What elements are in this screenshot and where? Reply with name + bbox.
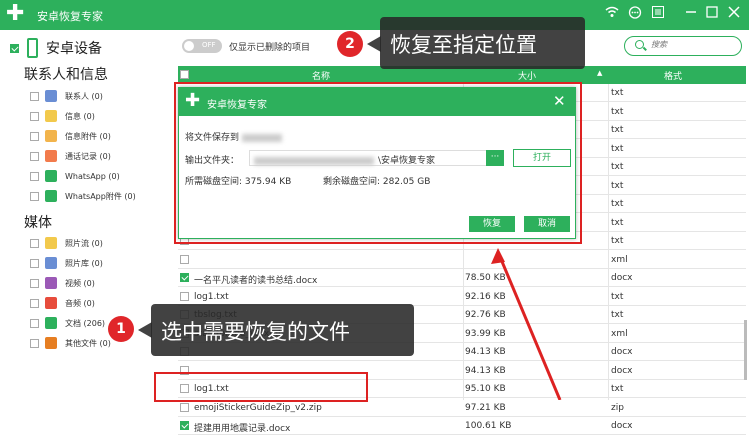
step-2-callout: 恢复至指定位置 [380,17,585,69]
table-row[interactable]: emojiStickerGuideZip_v2.zip 97.21 KB zip [178,399,746,417]
row-checkbox[interactable] [180,421,189,430]
callout-pointer-icon [367,36,381,52]
cell-name: 提建用用地震记录.docx [194,424,291,434]
callout-pointer-icon [138,322,152,338]
cell-name: emojiStickerGuideZip_v2.zip [194,402,322,413]
row-checkbox[interactable] [180,402,189,412]
step-1-badge: 1 [108,316,134,342]
cell-size: 100.61 KB [465,421,512,431]
cell-format: zip [611,402,624,413]
step-1-callout: 选中需要恢复的文件 [151,304,414,356]
cell-format: docx [611,421,633,431]
table-row[interactable]: 提建用用地震记录.docx 100.61 KB docx [178,417,746,435]
step-2-badge: 2 [337,31,363,57]
cell-size: 97.21 KB [465,402,506,413]
